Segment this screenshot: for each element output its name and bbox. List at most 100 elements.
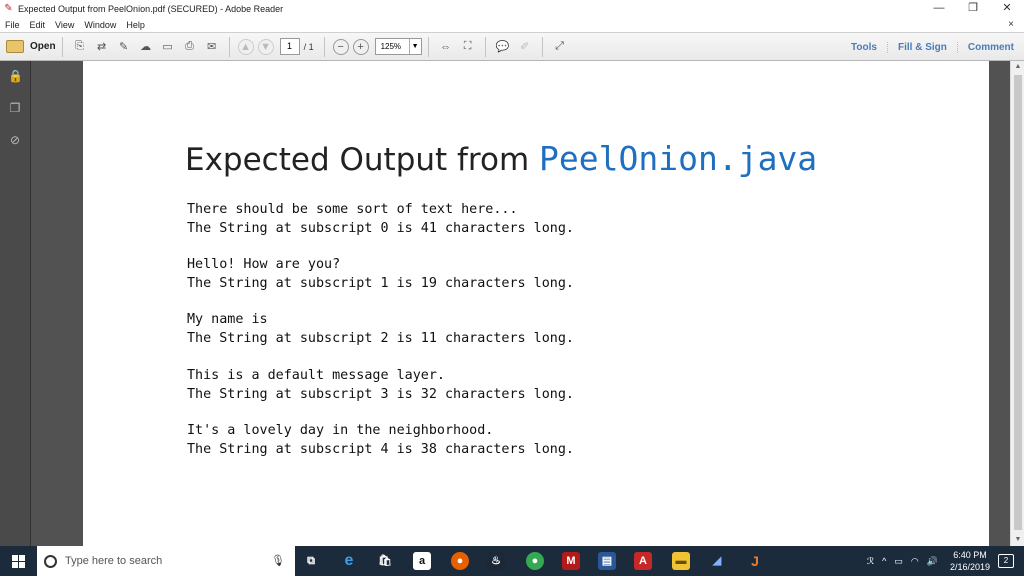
store-icon[interactable]: 🛍 (376, 552, 394, 570)
fit-width-icon[interactable]: ⇔ (437, 38, 455, 56)
create-pdf-icon[interactable]: ⎘ (71, 38, 89, 56)
highlight-icon[interactable]: ✐ (516, 38, 534, 56)
title-bar: ✎ Expected Output from PeelOnion.pdf (SE… (0, 0, 1024, 17)
mcafee-icon[interactable]: M (562, 552, 580, 570)
output-line: My name is (187, 312, 268, 327)
zoom-value: 125% (380, 42, 402, 51)
output-block: There should be some sort of text here..… (187, 201, 574, 238)
chevron-down-icon: ▼ (408, 39, 421, 54)
clock-date: 2/16/2019 (949, 562, 990, 572)
page-total: / 1 (303, 41, 314, 52)
firefox-icon[interactable]: ● (451, 552, 469, 570)
document-area: Expected Output from PeelOnion.java Ther… (31, 61, 1010, 546)
menu-window[interactable]: Window (79, 20, 121, 30)
adobe-reader-icon: ✎ (4, 3, 13, 14)
scroll-down-icon[interactable]: ▼ (1011, 534, 1024, 546)
comment-link[interactable]: Comment (956, 41, 1024, 53)
wifi-icon[interactable]: ◠ (911, 556, 919, 567)
menu-file[interactable]: File (0, 20, 25, 30)
toolbar-divider (228, 36, 230, 57)
notification-center-icon[interactable]: 2 (998, 554, 1014, 568)
chrome-icon[interactable]: ● (526, 552, 544, 570)
menu-bar: File Edit View Window Help × (0, 17, 1024, 32)
convert-pdf-icon[interactable]: ⇄ (93, 38, 111, 56)
task-view-icon[interactable]: ⧉ (302, 552, 320, 570)
clock-time: 6:40 PM (953, 550, 987, 560)
menu-edit[interactable]: Edit (25, 20, 51, 30)
output-line: The String at subscript 0 is 41 characte… (187, 220, 574, 236)
tray-overflow-icon[interactable]: ^ (882, 556, 886, 566)
comment-bubble-icon[interactable]: 💬 (494, 38, 512, 56)
lock-icon[interactable]: 🔒 (8, 69, 23, 83)
taskbar: Type here to search 🎙 ⧉ e 🛍 a ● ♨ ● M ▤ … (0, 546, 1024, 576)
previous-page-icon[interactable]: ▲ (237, 38, 254, 55)
document-title: Expected Output from PeelOnion.java (185, 139, 817, 178)
output-line: It's a lovely day in the neighborhood. (187, 423, 494, 438)
output-line: The String at subscript 3 is 32 characte… (187, 386, 574, 402)
output-block: My name is The String at subscript 2 is 1… (187, 311, 574, 348)
task-pane-links: Tools Fill & Sign Comment (841, 33, 1024, 61)
window-title: Expected Output from PeelOnion.pdf (SECU… (18, 3, 284, 14)
print-icon[interactable]: ⎙ (181, 38, 199, 56)
volume-icon[interactable]: 🔊 (927, 556, 938, 567)
menu-view[interactable]: View (50, 20, 79, 30)
window-controls: — ❐ ✕ (922, 0, 1024, 17)
sign-icon[interactable]: ✎ (115, 38, 133, 56)
cortana-icon (44, 554, 57, 568)
windows-logo-icon (11, 554, 25, 568)
toolbar-divider (541, 36, 543, 57)
taskbar-search[interactable]: Type here to search 🎙 (37, 546, 295, 576)
system-tray: ℛ ^ ▭ ◠ 🔊 6:40 PM 2/16/2019 2 (863, 546, 1024, 576)
restore-button[interactable]: ❐ (956, 0, 990, 17)
zoom-in-icon[interactable]: + (352, 38, 369, 55)
jgrasp-icon[interactable]: J (746, 552, 764, 570)
battery-icon[interactable]: ▭ (894, 556, 903, 567)
expand-icon[interactable]: ⤢ (551, 38, 569, 56)
output-line: The String at subscript 2 is 11 characte… (187, 330, 574, 346)
open-label: Open (30, 41, 56, 52)
scrollbar-thumb[interactable] (1014, 75, 1022, 530)
email-icon[interactable]: ✉ (203, 38, 221, 56)
open-button[interactable]: Open (6, 40, 56, 53)
edge-icon[interactable]: e (340, 552, 358, 570)
upload-cloud-icon[interactable]: ☁ (137, 38, 155, 56)
toolbar-divider (484, 36, 486, 57)
pages-icon[interactable]: ❐ (8, 101, 22, 115)
menu-help[interactable]: Help (121, 20, 150, 30)
amazon-icon[interactable]: a (413, 552, 431, 570)
next-page-icon[interactable]: ▼ (257, 38, 274, 55)
clock[interactable]: 6:40 PM 2/16/2019 (950, 549, 990, 573)
output-line: This is a default message layer. (187, 368, 445, 383)
toolbar-divider (323, 36, 325, 57)
file-explorer-icon[interactable]: ▬ (672, 552, 690, 570)
close-document-button[interactable]: × (1008, 17, 1014, 32)
minimize-button[interactable]: — (922, 0, 956, 17)
app-icon[interactable]: ◢ (708, 552, 726, 570)
steam-icon[interactable]: ♨ (487, 552, 505, 570)
close-button[interactable]: ✕ (990, 0, 1024, 17)
fit-page-icon[interactable]: ⛶ (459, 38, 477, 56)
start-button[interactable] (0, 546, 36, 576)
output-line: Hello! How are you? (187, 257, 341, 272)
title-code: PeelOnion.java (539, 139, 818, 178)
page-number-input[interactable]: 1 (279, 38, 300, 55)
microphone-icon[interactable]: 🎙 (271, 554, 285, 567)
acrobat-icon[interactable]: A (634, 552, 652, 570)
folder-icon (6, 40, 24, 53)
attachment-icon[interactable]: ⊘ (8, 133, 22, 147)
output-block: This is a default message layer. The Stri… (187, 367, 574, 404)
save-icon[interactable]: ▭ (159, 38, 177, 56)
navigation-pane: 🔒 ❐ ⊘ (0, 61, 31, 546)
output-line: The String at subscript 1 is 19 characte… (187, 275, 574, 291)
zoom-out-icon[interactable]: − (332, 38, 349, 55)
fill-sign-link[interactable]: Fill & Sign (886, 41, 957, 53)
notepad-icon[interactable]: ▤ (598, 552, 616, 570)
zoom-select[interactable]: 125% ▼ (374, 38, 422, 55)
vertical-scrollbar[interactable]: ▲ ▼ (1010, 61, 1024, 546)
tools-link[interactable]: Tools (841, 42, 887, 53)
output-block: It's a lovely day in the neighborhood. Th… (187, 422, 574, 459)
output-block: Hello! How are you? The String at subscri… (187, 256, 574, 293)
people-icon[interactable]: ℛ (867, 556, 874, 567)
search-placeholder: Type here to search (65, 555, 163, 567)
scroll-up-icon[interactable]: ▲ (1011, 61, 1024, 73)
